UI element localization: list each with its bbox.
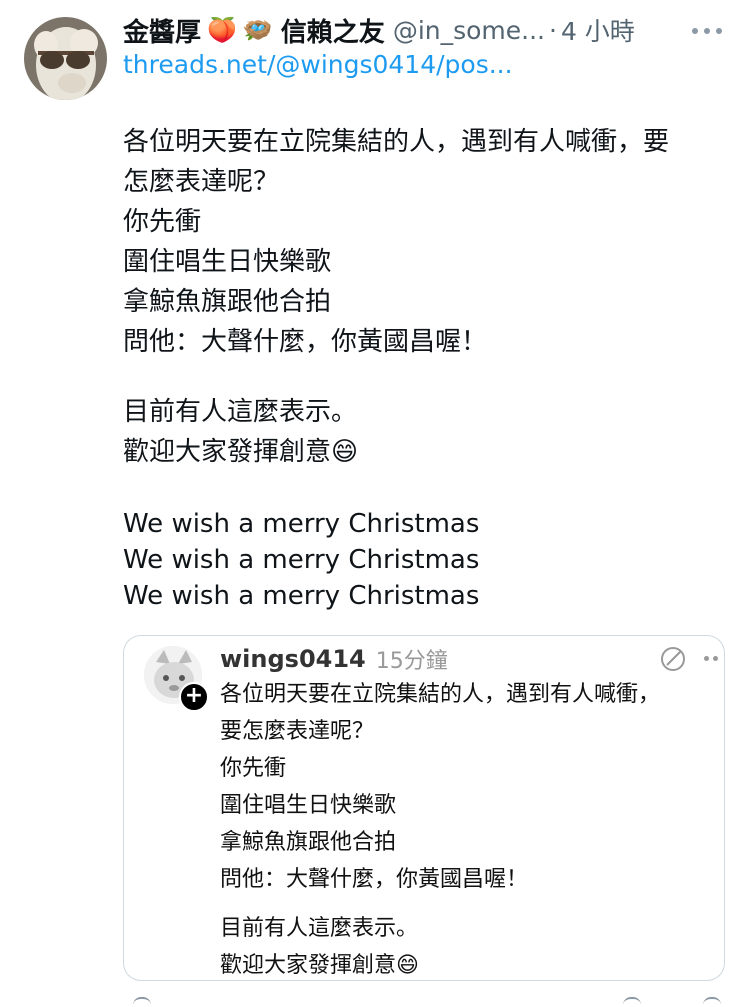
quoted-text-line: 問他：大聲什麼，你黃國昌喔！	[220, 867, 529, 892]
nest-emoji: 🪺	[242, 16, 273, 44]
post-text: 各位明天要在立院集結的人，遇到有人喊衝，要 怎麼表達呢？ 你先衝 圍住唱生日快樂…	[123, 122, 723, 614]
avatar[interactable]	[24, 17, 107, 100]
plus-icon[interactable]: +	[179, 682, 209, 712]
quoted-text-line: 圍住唱生日快樂歌	[220, 793, 397, 818]
separator: ·	[549, 15, 557, 45]
quoted-text: 各位明天要在立院集結的人，遇到有人喊衝， 要怎麼表達呢？ 你先衝 圍住唱生日快樂…	[220, 676, 720, 980]
text-line: 目前有人這麼表示。	[123, 397, 358, 427]
author-name-suffix[interactable]: 信賴之友	[281, 12, 385, 49]
post: 金醬厚 🍑 🪺 信賴之友 @in_some... · 4 小時 threads.…	[0, 0, 750, 1005]
more-icon[interactable]	[704, 656, 720, 662]
quoted-header: wings0414 15分鐘	[220, 642, 448, 676]
quoted-text-line: 拿鯨魚旗跟他合拍	[220, 830, 397, 855]
threads-link[interactable]: threads.net/@wings0414/pos...	[123, 50, 513, 79]
quoted-text-line: 各位明天要在立院集結的人，遇到有人喊衝，	[220, 682, 661, 707]
author-handle[interactable]: @in_some...	[393, 16, 545, 45]
action-bar-partial	[123, 997, 723, 1005]
quoted-text-line: 你先衝	[220, 756, 287, 781]
text-line: 你先衝	[123, 207, 202, 237]
text-line: We wish a merry Christmas	[123, 545, 480, 575]
edit-icon[interactable]	[660, 646, 686, 672]
quoted-text-line: 目前有人這麼表示。	[220, 916, 419, 941]
quoted-text-line: 歡迎大家發揮創意😄	[220, 953, 419, 978]
post-time[interactable]: 4 小時	[561, 12, 635, 48]
text-line: We wish a merry Christmas	[123, 509, 480, 539]
quoted-text-line: 要怎麼表達呢？	[220, 719, 375, 744]
quoted-post-card[interactable]: + wings0414 15分鐘 各位明天要在立院集結的人，遇到有人喊衝， 要怎…	[123, 635, 725, 981]
text-line: We wish a merry Christmas	[123, 581, 480, 611]
quoted-author-name[interactable]: wings0414	[220, 645, 366, 673]
alpaca-avatar	[24, 17, 107, 100]
peach-emoji: 🍑	[207, 16, 237, 44]
text-line: 歡迎大家發揮創意😄	[123, 437, 359, 467]
text-line: 圍住唱生日快樂歌	[123, 247, 332, 277]
text-line: 拿鯨魚旗跟他合拍	[123, 287, 332, 317]
more-icon[interactable]	[692, 28, 722, 36]
text-line: 問他：大聲什麼，你黃國昌喔！	[123, 327, 488, 357]
post-header: 金醬厚 🍑 🪺 信賴之友 @in_some... · 4 小時	[123, 8, 730, 52]
author-name[interactable]: 金醬厚	[123, 12, 201, 49]
text-line: 怎麼表達呢？	[123, 167, 280, 197]
text-line: 各位明天要在立院集結的人，遇到有人喊衝，要	[123, 127, 670, 157]
quoted-time: 15分鐘	[375, 649, 448, 674]
